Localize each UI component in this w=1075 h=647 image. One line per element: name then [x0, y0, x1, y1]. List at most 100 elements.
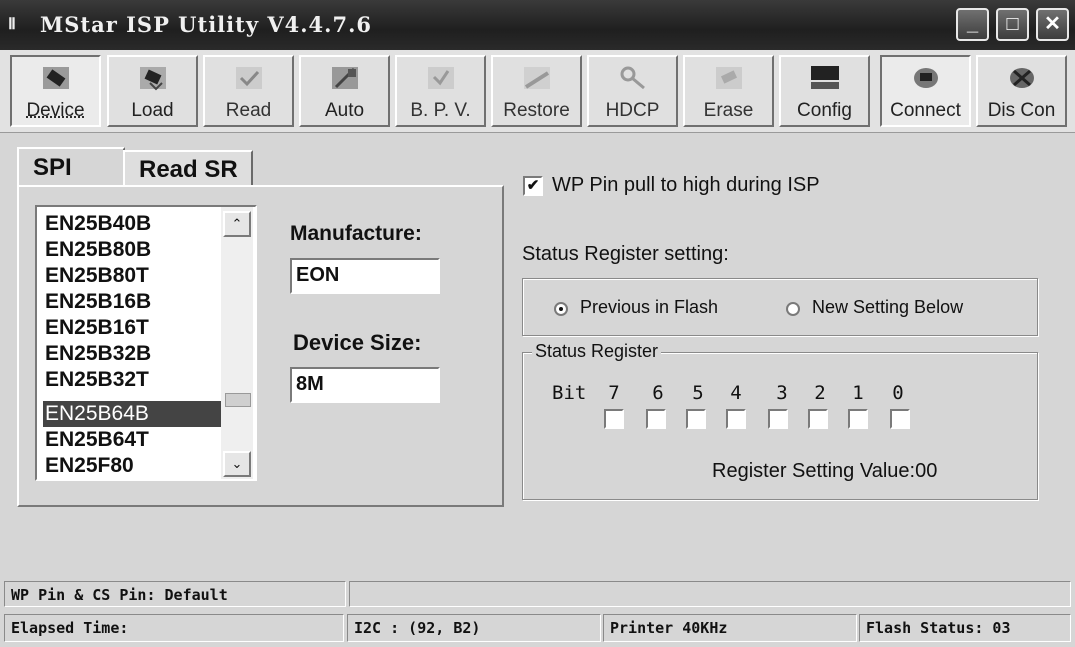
tab-spi[interactable]: SPI: [17, 147, 125, 187]
list-item[interactable]: EN25B16T: [43, 315, 221, 341]
bit-2-checkbox[interactable]: [808, 409, 828, 429]
status-register-title: Status Register: [532, 341, 662, 362]
device-list[interactable]: EN25B40B EN25B80B EN25B80T EN25B16B EN25…: [35, 205, 257, 481]
radio-previous-in-flash[interactable]: [554, 302, 568, 316]
close-icon: ✕: [1044, 13, 1061, 35]
connect-label: Connect: [890, 100, 961, 121]
restore-label: Restore: [503, 100, 570, 121]
elapsed-time: Elapsed Time:: [4, 614, 344, 642]
bit-number: 2: [814, 382, 826, 404]
wp-cs-status: WP Pin & CS Pin: Default: [4, 581, 346, 607]
device-size-label: Device Size:: [293, 330, 422, 355]
disconnect-button[interactable]: Dis Con: [976, 55, 1067, 127]
tab-spi-label: SPI: [33, 154, 72, 181]
connect-button[interactable]: Connect: [880, 55, 971, 127]
disconnect-label: Dis Con: [987, 100, 1056, 121]
scroll-thumb[interactable]: [225, 393, 251, 407]
config-label: Config: [797, 100, 852, 121]
erase-icon: [715, 67, 742, 89]
device-chip-icon: [42, 67, 69, 89]
chevron-up-icon: ⌃: [231, 216, 243, 231]
close-button[interactable]: ✕: [1036, 8, 1069, 41]
minimize-button[interactable]: _: [956, 8, 989, 41]
erase-button[interactable]: Erase: [683, 55, 774, 127]
auto-icon: [331, 67, 358, 89]
list-item[interactable]: EN25B32T: [43, 367, 221, 393]
bit-4-checkbox[interactable]: [726, 409, 746, 429]
read-label: Read: [225, 100, 272, 121]
bit-number: 5: [692, 382, 704, 404]
bit-label: Bit: [552, 382, 587, 404]
i2c-status: I2C : (92, B2): [347, 614, 601, 642]
list-item[interactable]: EN25B16B: [43, 289, 221, 315]
load-button[interactable]: Load: [107, 55, 198, 127]
bit-0-checkbox[interactable]: [890, 409, 910, 429]
bit-number: 0: [892, 382, 904, 404]
bit-7-checkbox[interactable]: [604, 409, 624, 429]
title-bar: Ⅱ MStar ISP Utility V4.4.7.6 _ □ ✕: [0, 0, 1075, 50]
app-icon: Ⅱ: [8, 14, 16, 33]
bit-number: 7: [608, 382, 620, 404]
list-item[interactable]: EN25B64T: [43, 427, 221, 453]
scroll-down-button[interactable]: ⌄: [223, 451, 251, 477]
radio-new-setting-label: New Setting Below: [812, 297, 964, 317]
bit-number: 3: [776, 382, 788, 404]
connect-icon: [913, 68, 938, 88]
load-icon: [139, 67, 166, 91]
wp-pin-checkbox[interactable]: ✔: [523, 176, 543, 196]
auto-label: Auto: [324, 100, 365, 121]
status-setting-label: Status Register setting:: [522, 243, 729, 265]
list-item[interactable]: EN25F80: [43, 453, 221, 479]
bit-number: 4: [730, 382, 742, 404]
bpv-label: B. P. V.: [410, 100, 471, 121]
tab-read-sr-label: Read SR: [139, 156, 238, 183]
list-item-selected[interactable]: EN25B64B: [43, 401, 221, 427]
hdcp-button[interactable]: HDCP: [587, 55, 678, 127]
list-item[interactable]: EN25B32B: [43, 341, 221, 367]
bit-3-checkbox[interactable]: [768, 409, 788, 429]
bit-6-checkbox[interactable]: [646, 409, 666, 429]
erase-label: Erase: [703, 100, 754, 121]
restore-icon: [523, 67, 550, 89]
bit-5-checkbox[interactable]: [686, 409, 706, 429]
toolbar: Device Load Read Auto B. P. V. Restore H…: [0, 50, 1075, 133]
read-button[interactable]: Read: [203, 55, 294, 127]
hdcp-label: HDCP: [605, 100, 660, 121]
radio-new-setting[interactable]: [786, 302, 800, 316]
hdcp-key-icon: [620, 66, 645, 90]
list-item[interactable]: EN25B80B: [43, 237, 221, 263]
manufacture-label: Manufacture:: [290, 222, 422, 245]
maximize-icon: □: [1006, 13, 1019, 35]
chevron-down-icon: ⌄: [231, 456, 243, 471]
device-button[interactable]: Device: [10, 55, 101, 127]
list-item[interactable]: EN25B40B: [43, 211, 221, 237]
wp-pin-label: WP Pin pull to high during ISP: [552, 174, 820, 196]
bit-1-checkbox[interactable]: [848, 409, 868, 429]
scroll-up-button[interactable]: ⌃: [223, 211, 251, 237]
manufacture-field[interactable]: EON: [290, 258, 440, 294]
bit-number: 1: [852, 382, 864, 404]
flash-status: Flash Status: 03: [859, 614, 1071, 642]
printer-status: Printer 40KHz: [603, 614, 857, 642]
load-label: Load: [131, 100, 174, 121]
device-size-field[interactable]: 8M: [290, 367, 440, 403]
disconnect-icon: [1009, 68, 1034, 88]
device-label: Device: [26, 100, 85, 121]
minimize-icon: _: [966, 13, 979, 35]
auto-button[interactable]: Auto: [299, 55, 390, 127]
config-button[interactable]: Config: [779, 55, 870, 127]
window-title: MStar ISP Utility V4.4.7.6: [40, 12, 373, 37]
radio-previous-label: Previous in Flash: [580, 297, 719, 317]
maximize-button[interactable]: □: [996, 8, 1029, 41]
bpv-button[interactable]: B. P. V.: [395, 55, 486, 127]
register-setting-value: Register Setting Value:00: [712, 460, 938, 482]
list-scrollbar[interactable]: [221, 207, 253, 479]
tab-read-sr[interactable]: Read SR: [123, 150, 253, 186]
list-item[interactable]: EN25B80T: [43, 263, 221, 289]
bit-number: 6: [652, 382, 664, 404]
config-icon: [810, 66, 839, 89]
status-empty: [349, 581, 1071, 607]
checkmark-icon: ✔: [526, 177, 540, 194]
restore-button[interactable]: Restore: [491, 55, 582, 127]
bpv-icon: [427, 67, 454, 89]
